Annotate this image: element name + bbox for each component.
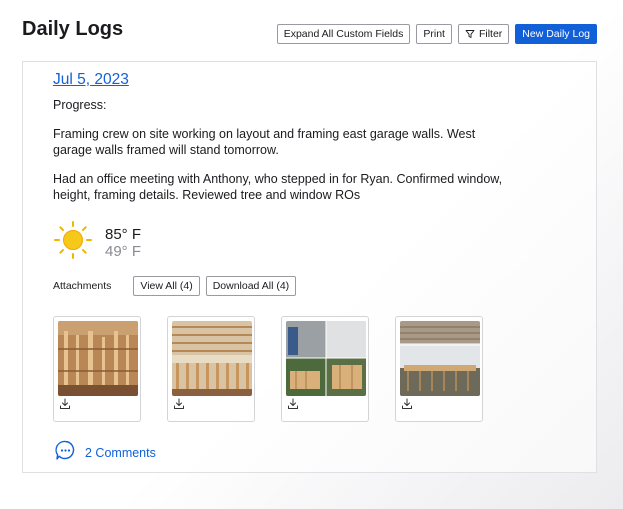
download-icon[interactable] [401, 397, 413, 415]
attachment-thumbnail[interactable] [281, 316, 369, 422]
expand-all-custom-fields-button[interactable]: Expand All Custom Fields [276, 24, 411, 44]
attachments-label: Attachments [53, 280, 112, 292]
attachment-photo[interactable] [400, 321, 480, 396]
attachments-row: Attachments View All (4) Download All (4… [53, 276, 302, 296]
attachment-thumbnail[interactable] [53, 316, 141, 422]
temp-high: 85° F [105, 225, 142, 243]
progress-note: Framing crew on site working on layout a… [53, 127, 476, 157]
progress-label: Progress: [53, 98, 107, 112]
download-icon[interactable] [173, 397, 185, 415]
sun-icon [53, 220, 93, 265]
filter-icon [465, 29, 475, 39]
weather: 85° F 49° F [53, 220, 141, 265]
meeting-note: Had an office meeting with Anthony, who … [53, 172, 503, 202]
attachment-photo[interactable] [172, 321, 252, 396]
view-all-button[interactable]: View All (4) [133, 276, 200, 296]
filter-button[interactable]: Filter [457, 24, 510, 44]
new-daily-log-button[interactable]: New Daily Log [515, 24, 597, 44]
download-all-button[interactable]: Download All (4) [205, 276, 297, 296]
print-button[interactable]: Print [416, 24, 452, 44]
attachment-thumbnail[interactable] [395, 316, 483, 422]
page-title: Daily Logs [22, 18, 124, 40]
comments-link[interactable]: 2 Comments [55, 440, 156, 466]
attachment-photo[interactable] [58, 321, 138, 396]
log-date-link[interactable]: Jul 5, 2023 [53, 71, 129, 89]
attachment-thumbnail[interactable] [167, 316, 255, 422]
filter-label: Filter [478, 28, 503, 40]
temperatures: 85° F 49° F [105, 226, 141, 260]
comments-label[interactable]: 2 Comments [85, 446, 156, 460]
download-icon[interactable] [59, 397, 71, 415]
comment-bubble-icon[interactable] [55, 440, 76, 466]
download-icon[interactable] [287, 397, 299, 415]
temp-low: 49° F [105, 242, 142, 260]
daily-log-card: Jul 5, 2023 Progress: Framing crew on si… [22, 61, 597, 473]
attachment-thumbnails [53, 316, 483, 422]
toolbar: Expand All Custom Fields Print Filter Ne… [276, 24, 597, 44]
attachment-photo[interactable] [286, 321, 366, 396]
